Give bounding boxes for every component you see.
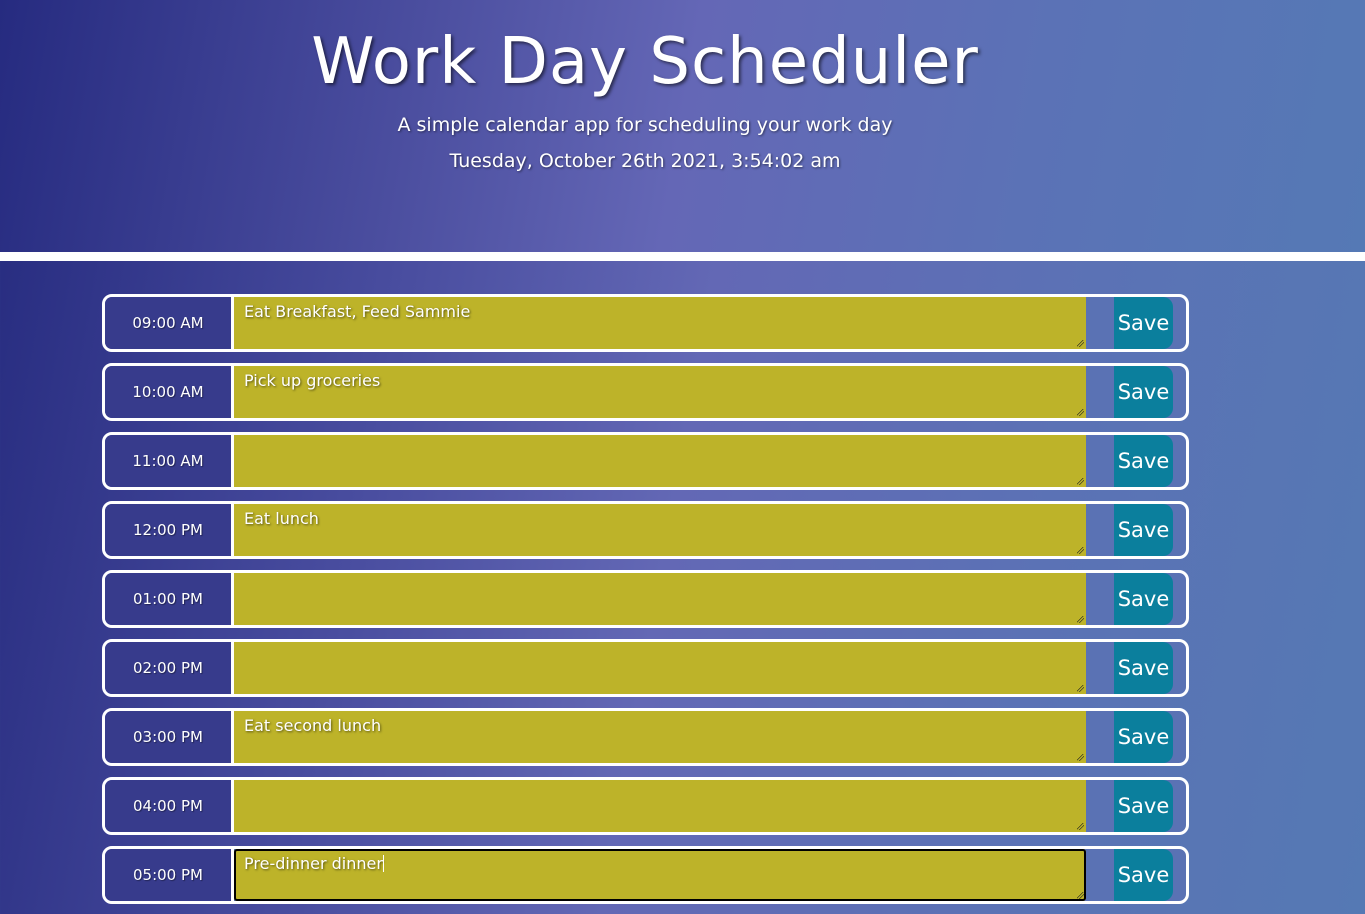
save-button[interactable]: Save: [1114, 642, 1173, 694]
resize-handle-icon[interactable]: [1077, 547, 1084, 554]
time-block: 10:00 AM Pick up groceries Save: [102, 363, 1189, 421]
text-cursor: [382, 855, 384, 872]
time-block: 11:00 AM Save: [102, 432, 1189, 490]
resize-handle-icon[interactable]: [1077, 340, 1084, 347]
save-button[interactable]: Save: [1114, 711, 1173, 763]
hour-label: 11:00 AM: [105, 435, 234, 487]
task-textarea[interactable]: Eat lunch: [234, 504, 1086, 556]
save-button[interactable]: Save: [1114, 297, 1173, 349]
task-textarea[interactable]: Eat Breakfast, Feed Sammie: [234, 297, 1086, 349]
time-block: 05:00 PM Pre-dinner dinner Save: [102, 846, 1189, 904]
hour-label: 10:00 AM: [105, 366, 234, 418]
task-text: Eat second lunch: [244, 716, 382, 735]
task-textarea[interactable]: Pre-dinner dinner: [234, 849, 1086, 901]
time-block: 04:00 PM Save: [102, 777, 1189, 835]
save-button[interactable]: Save: [1114, 849, 1173, 901]
page-title: Work Day Scheduler: [311, 25, 979, 99]
task-text: Eat Breakfast, Feed Sammie: [244, 302, 471, 321]
save-button[interactable]: Save: [1114, 504, 1173, 556]
resize-handle-icon[interactable]: [1077, 409, 1084, 416]
time-block: 12:00 PM Eat lunch Save: [102, 501, 1189, 559]
task-text: Pick up groceries: [244, 371, 381, 390]
resize-handle-icon[interactable]: [1077, 616, 1084, 623]
hour-label: 09:00 AM: [105, 297, 234, 349]
save-button[interactable]: Save: [1114, 366, 1173, 418]
hour-label: 02:00 PM: [105, 642, 234, 694]
current-datetime: Tuesday, October 26th 2021, 3:54:02 am: [449, 150, 841, 172]
time-block: 01:00 PM Save: [102, 570, 1189, 628]
task-text: Pre-dinner dinner: [244, 854, 383, 873]
header-divider: [0, 252, 1365, 261]
time-block: 02:00 PM Save: [102, 639, 1189, 697]
hour-label: 12:00 PM: [105, 504, 234, 556]
task-textarea[interactable]: Pick up groceries: [234, 366, 1086, 418]
task-textarea[interactable]: [234, 435, 1086, 487]
resize-handle-icon[interactable]: [1077, 685, 1084, 692]
resize-handle-icon[interactable]: [1077, 892, 1084, 899]
hour-label: 01:00 PM: [105, 573, 234, 625]
time-block-list: 09:00 AM Eat Breakfast, Feed Sammie Save…: [102, 294, 1189, 914]
hour-label: 04:00 PM: [105, 780, 234, 832]
resize-handle-icon[interactable]: [1077, 823, 1084, 830]
save-button[interactable]: Save: [1114, 573, 1173, 625]
task-textarea[interactable]: Eat second lunch: [234, 711, 1086, 763]
save-button[interactable]: Save: [1114, 780, 1173, 832]
time-block: 03:00 PM Eat second lunch Save: [102, 708, 1189, 766]
task-textarea[interactable]: [234, 780, 1086, 832]
task-text: Eat lunch: [244, 509, 319, 528]
hour-label: 03:00 PM: [105, 711, 234, 763]
resize-handle-icon[interactable]: [1077, 478, 1084, 485]
time-block: 09:00 AM Eat Breakfast, Feed Sammie Save: [102, 294, 1189, 352]
hour-label: 05:00 PM: [105, 849, 234, 901]
page-header: Work Day Scheduler A simple calendar app…: [0, 0, 1365, 252]
task-textarea[interactable]: [234, 642, 1086, 694]
page-subtitle: A simple calendar app for scheduling you…: [397, 114, 893, 136]
task-textarea[interactable]: [234, 573, 1086, 625]
save-button[interactable]: Save: [1114, 435, 1173, 487]
resize-handle-icon[interactable]: [1077, 754, 1084, 761]
